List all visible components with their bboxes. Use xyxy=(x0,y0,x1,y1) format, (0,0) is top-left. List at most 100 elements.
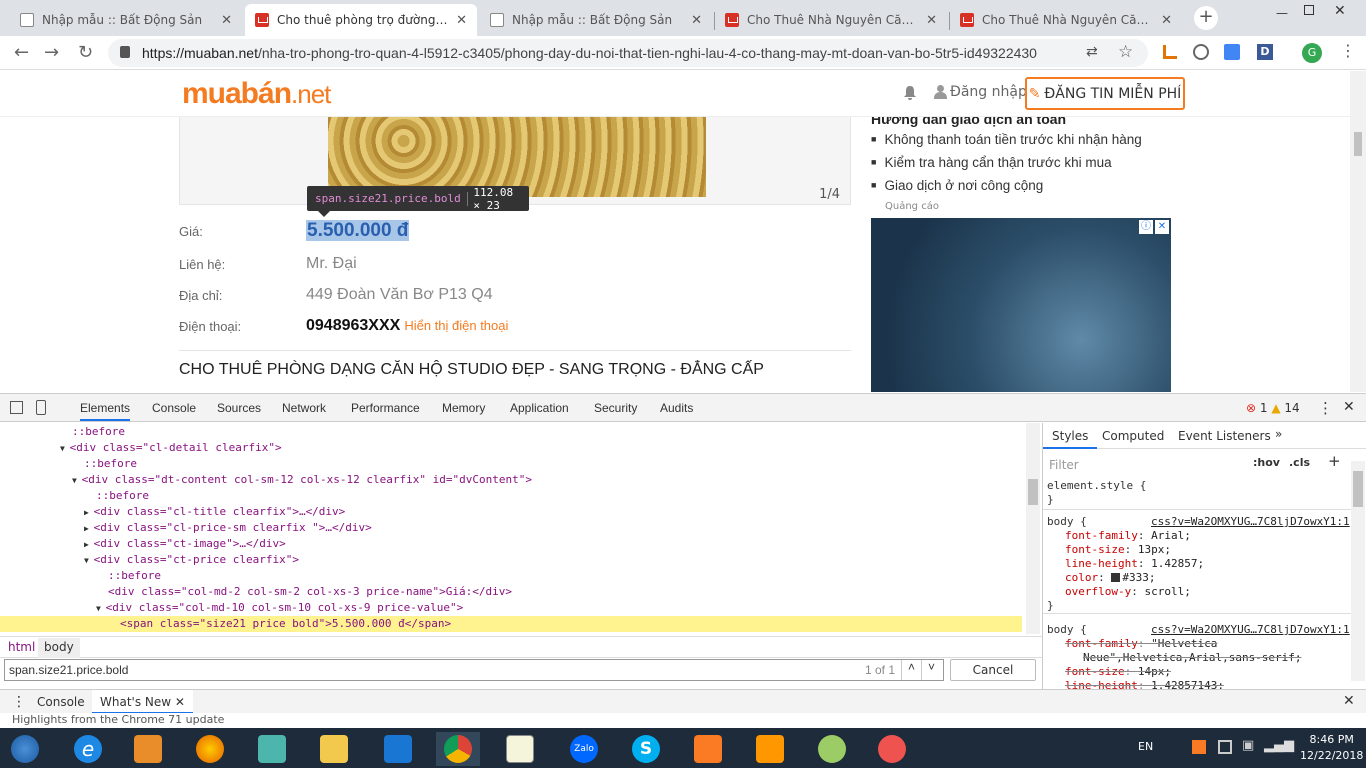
dom-node-line[interactable]: <div class="col-md-2 col-sm-2 col-xs-3 p… xyxy=(0,584,512,600)
zalo-icon[interactable]: Zalo xyxy=(562,732,606,766)
ad-info-icon[interactable]: ⓘ xyxy=(1139,220,1153,234)
network-icon[interactable]: ▣ xyxy=(1242,738,1254,753)
drawer-menu-icon[interactable]: ⋮ xyxy=(12,694,26,710)
tab-network[interactable]: Network xyxy=(282,401,326,415)
menu-icon[interactable]: ⋮ xyxy=(1340,41,1356,60)
more-tabs-icon[interactable]: » xyxy=(1275,427,1282,441)
collapse-arrow-icon[interactable]: ▼ xyxy=(96,604,106,613)
elements-scrollbar[interactable] xyxy=(1026,423,1040,634)
browser-tab-4[interactable]: Cho Thuê Nhà Nguyên Căn, Bất Độ ✕ xyxy=(715,4,947,36)
firefox-icon[interactable] xyxy=(188,732,232,766)
search-prev-button[interactable]: ˄ xyxy=(901,660,921,680)
styles-filter-input[interactable]: Filter xyxy=(1047,456,1241,476)
body-rule-1[interactable]: body { css?v=Wa2OMXYUG…7C8ljD7owxY1:1 fo… xyxy=(1047,515,1351,613)
start-button[interactable] xyxy=(2,732,48,766)
ad-close-icon[interactable]: ✕ xyxy=(1155,220,1169,234)
skype-icon[interactable]: S xyxy=(624,732,668,766)
css-property[interactable]: Neue",Helvetica,Arial,sans-serif; xyxy=(1047,651,1351,665)
search-next-button[interactable]: ˅ xyxy=(921,660,941,680)
vscode-icon[interactable] xyxy=(376,732,420,766)
close-icon[interactable]: ✕ xyxy=(1161,13,1172,28)
dom-node-line[interactable]: ▶ <div class="cl-price-sm clearfix ">…</… xyxy=(0,520,372,536)
collapse-arrow-icon[interactable]: ▼ xyxy=(60,444,70,453)
tab-security[interactable]: Security xyxy=(594,401,637,415)
css-property[interactable]: font-family: "Helvetica xyxy=(1047,637,1351,651)
close-icon[interactable]: ✕ xyxy=(221,13,232,28)
crumb-body[interactable]: body xyxy=(38,638,80,658)
rule-source-link[interactable]: css?v=Wa2OMXYUG…7C8ljD7owxY1:1 xyxy=(1151,623,1350,637)
explorer-icon[interactable] xyxy=(312,732,356,766)
device-toolbar-icon[interactable] xyxy=(36,400,46,415)
tab-elements[interactable]: Elements xyxy=(80,401,131,421)
rule-source-link[interactable]: css?v=Wa2OMXYUG…7C8ljD7owxY1:1 xyxy=(1151,515,1350,529)
ad-banner[interactable]: ⓘ ✕ xyxy=(871,218,1171,392)
tab-event-listeners[interactable]: Event Listeners xyxy=(1178,429,1271,443)
page-scrollbar[interactable] xyxy=(1350,71,1366,392)
post-free-button[interactable]: ✎ ĐĂNG TIN MIỄN PHÍ xyxy=(1025,77,1185,110)
expand-arrow-icon[interactable]: ▶ xyxy=(84,508,94,517)
collapse-arrow-icon[interactable]: ▼ xyxy=(72,476,82,485)
translate-icon[interactable]: ⇄ xyxy=(1086,44,1098,60)
dom-node-line[interactable]: ::before xyxy=(0,568,161,584)
dom-node-line[interactable]: <span class="size21 price bold">5.500.00… xyxy=(0,616,1022,632)
tab-application[interactable]: Application xyxy=(510,401,569,415)
css-property[interactable]: overflow-y: scroll; xyxy=(1047,585,1351,599)
bookmark-star-icon[interactable]: ☆ xyxy=(1118,42,1133,62)
close-icon[interactable]: ✕ xyxy=(691,13,702,28)
element-style-rule[interactable]: element.style {} xyxy=(1047,479,1146,507)
css-property[interactable]: font-size: 13px; xyxy=(1047,543,1351,557)
tab-styles[interactable]: Styles xyxy=(1043,423,1098,449)
body-rule-2[interactable]: body { css?v=Wa2OMXYUG…7C8ljD7owxY1:1 fo… xyxy=(1047,623,1351,689)
styles-scrollbar[interactable] xyxy=(1351,461,1365,681)
drawer-close-icon[interactable]: ✕ xyxy=(1343,693,1355,709)
css-property[interactable]: line-height: 1.42857143; xyxy=(1047,679,1351,689)
reload-button[interactable]: ↻ xyxy=(78,42,93,63)
signal-icon[interactable]: ▂▄▆ xyxy=(1264,738,1294,753)
show-phone-link[interactable]: Hiển thị điện thoại xyxy=(404,318,508,333)
window-tray-icon[interactable] xyxy=(1218,740,1232,754)
tab-sources[interactable]: Sources xyxy=(217,401,261,415)
tab-computed[interactable]: Computed xyxy=(1102,429,1164,443)
tab-audits[interactable]: Audits xyxy=(660,401,693,415)
hov-toggle[interactable]: :hov xyxy=(1253,456,1280,469)
xampp-icon[interactable] xyxy=(686,732,730,766)
css-property[interactable]: line-height: 1.42857; xyxy=(1047,557,1351,571)
tab-performance[interactable]: Performance xyxy=(351,401,420,415)
back-button[interactable]: ← xyxy=(14,42,29,63)
bell-icon[interactable] xyxy=(903,85,917,101)
window-close-button[interactable]: ✕ xyxy=(1334,3,1346,19)
minimize-button[interactable]: — xyxy=(1276,6,1288,20)
dom-node-line[interactable]: ▶ <div class="cl-title clearfix">…</div> xyxy=(0,504,345,520)
error-warning-counter[interactable]: ⊗ 1 ▲ 14 xyxy=(1246,401,1300,415)
expand-arrow-icon[interactable]: ▶ xyxy=(84,524,94,533)
login-link[interactable]: Đăng nhập xyxy=(950,84,1027,100)
close-icon[interactable]: ✕ xyxy=(926,13,937,28)
dom-node-line[interactable]: ▼ <div class="col-md-10 col-sm-10 col-xs… xyxy=(0,600,463,616)
close-icon[interactable]: ✕ xyxy=(456,13,467,28)
extension-d-icon[interactable]: D xyxy=(1257,44,1273,60)
devtools-close-icon[interactable]: ✕ xyxy=(1343,399,1355,415)
css-property[interactable]: font-size: 14px; xyxy=(1047,665,1351,679)
chrome-icon[interactable] xyxy=(436,732,480,766)
cls-toggle[interactable]: .cls xyxy=(1289,456,1310,469)
dom-search-input[interactable]: span.size21.price.bold 1 of 1 ˄ ˅ xyxy=(4,659,944,681)
dom-node-line[interactable]: ▶ <div class="ct-image">…</div> xyxy=(0,536,286,552)
browser-tab-2[interactable]: Cho thuê phòng trọ đường Đoàn V ✕ xyxy=(245,4,477,36)
language-indicator[interactable]: EN xyxy=(1138,740,1153,753)
notepad-icon[interactable] xyxy=(250,732,294,766)
search-cancel-button[interactable]: Cancel xyxy=(950,659,1036,681)
new-tab-button[interactable]: + xyxy=(1194,6,1218,30)
browser-tab-3[interactable]: Nhập mẫu :: Bất Động Sản ✕ xyxy=(480,4,712,36)
browser-tab-5[interactable]: Cho Thuê Nhà Nguyên Căn, Bất Độ ✕ xyxy=(950,4,1182,36)
close-icon[interactable]: ✕ xyxy=(175,695,185,709)
expand-arrow-icon[interactable]: ▶ xyxy=(84,540,94,549)
add-rule-icon[interactable]: + xyxy=(1328,452,1341,470)
drawer-tab-whats-new[interactable]: What's New ✕ xyxy=(92,690,193,714)
dom-node-line[interactable]: ::before xyxy=(0,424,125,440)
google-translate-icon[interactable] xyxy=(1224,44,1240,60)
extension-icon[interactable] xyxy=(1163,45,1177,59)
restore-button[interactable] xyxy=(1304,5,1314,15)
tab-console[interactable]: Console xyxy=(152,401,196,415)
address-bar[interactable]: https://muaban.net/nha-tro-phong-tro-qua… xyxy=(108,39,1148,67)
dom-node-line[interactable]: ::before xyxy=(0,456,137,472)
